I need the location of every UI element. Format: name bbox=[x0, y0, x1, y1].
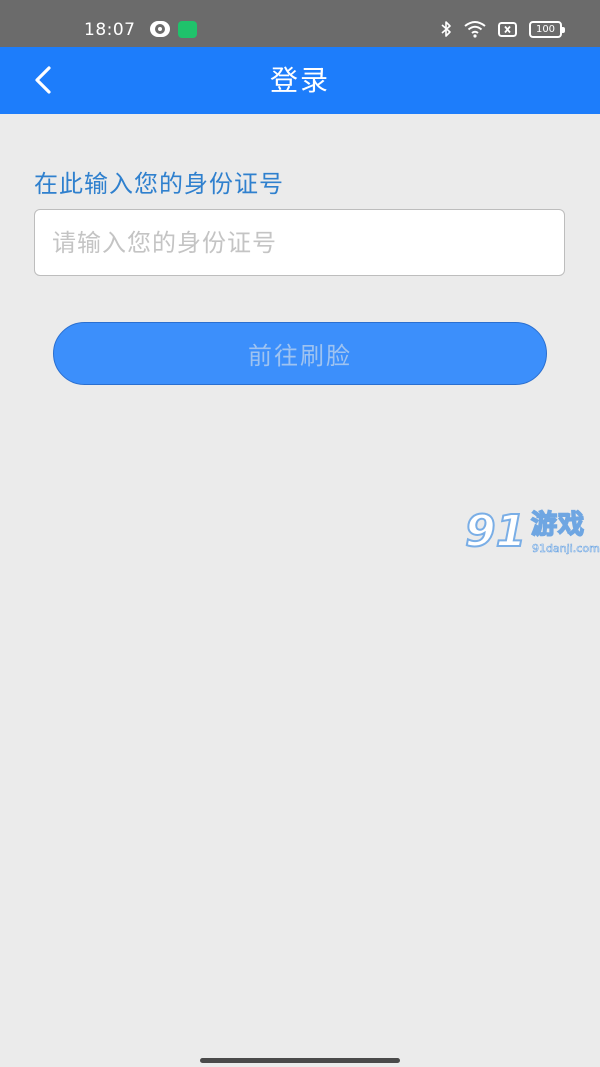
home-indicator[interactable] bbox=[200, 1058, 400, 1063]
status-left-icons bbox=[150, 21, 197, 38]
back-button[interactable] bbox=[20, 57, 66, 103]
status-right-icons: 100 bbox=[440, 20, 565, 38]
battery-icon: 100 bbox=[529, 20, 565, 38]
chevron-left-icon bbox=[35, 66, 51, 94]
bluetooth-icon bbox=[441, 21, 451, 37]
eye-icon bbox=[150, 21, 170, 37]
app-header: 登录 bbox=[0, 47, 600, 114]
app-notification-icon bbox=[178, 21, 197, 38]
status-bar: 18:07 100 bbox=[0, 0, 600, 47]
go-face-scan-button[interactable]: 前往刷脸 bbox=[53, 322, 547, 385]
watermark-logo: 91 游戏 91danji.com bbox=[464, 506, 600, 560]
id-number-label: 在此输入您的身份证号 bbox=[34, 170, 284, 198]
wifi-icon bbox=[464, 21, 486, 38]
status-time: 18:07 bbox=[84, 20, 136, 40]
watermark-text: 游戏 bbox=[530, 509, 586, 541]
no-sim-icon bbox=[498, 21, 517, 37]
watermark-mark: 91 bbox=[464, 506, 527, 557]
page-title: 登录 bbox=[269, 64, 330, 97]
id-number-input[interactable] bbox=[34, 209, 565, 276]
watermark-domain: 91danji.com bbox=[532, 542, 600, 556]
